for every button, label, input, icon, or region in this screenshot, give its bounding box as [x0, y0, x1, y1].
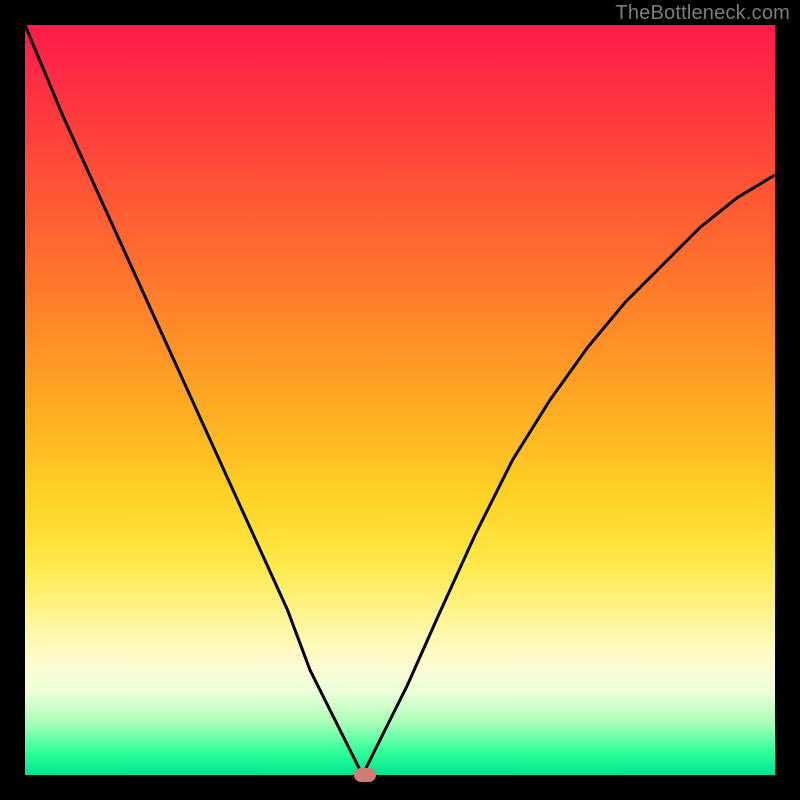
watermark-label: TheBottleneck.com [615, 2, 790, 25]
chart-frame: TheBottleneck.com [0, 0, 800, 800]
optimal-marker [354, 768, 376, 782]
bottleneck-curve [25, 25, 775, 775]
plot-area [25, 25, 775, 775]
curve-path [25, 25, 775, 775]
